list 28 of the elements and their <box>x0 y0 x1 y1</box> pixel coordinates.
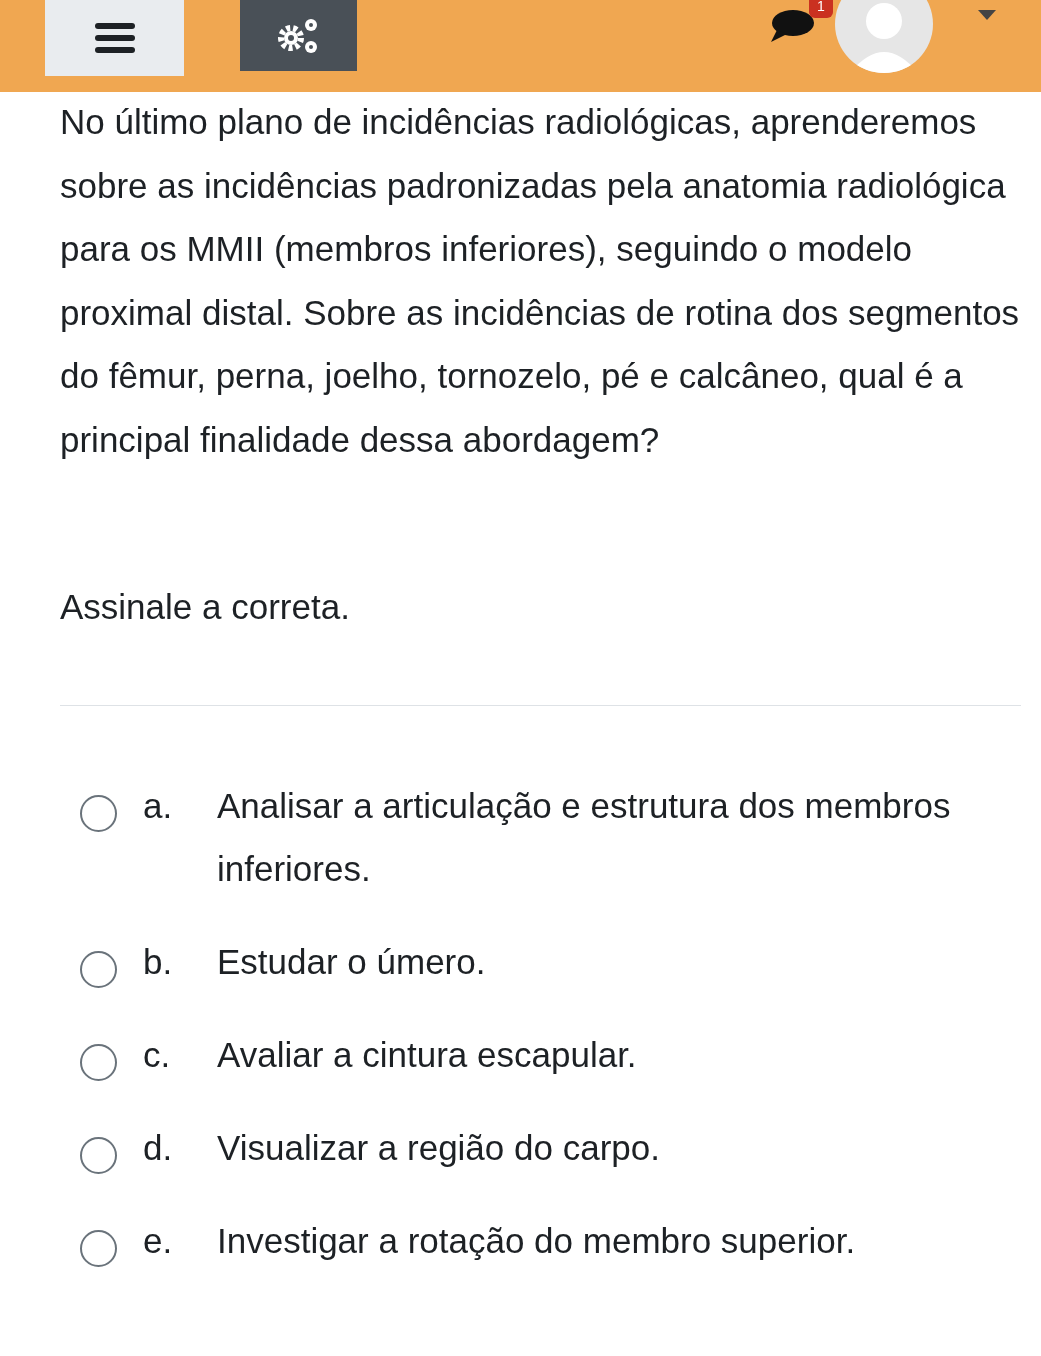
option-text: Avaliar a cintura escapular. <box>217 1034 638 1076</box>
chat-icon[interactable] <box>769 8 815 44</box>
option-text: Estudar o úmero. <box>217 941 487 983</box>
radio-button[interactable] <box>80 795 117 832</box>
option-letter: e. <box>143 1220 174 1262</box>
radio-button[interactable] <box>80 951 117 988</box>
question-text: No último plano de incidências radiológicas, aprenderemos sobre as incidências padronizadas pela anatomia radiológica para os MMII (membros inferiores), seguindo o modelo proximal distal. Sobre as incidências de rotina dos segmentos do fêmur, perna, joelho, tornozelo, pé e calcâneo, qual é a principal finalidade dessa abordagem? <box>60 101 1020 461</box>
option-text: Investigar a rotação do membro superior. <box>217 1220 857 1262</box>
answer-option[interactable]: a. Analisar a articulação e estrutura dos membros inferiores. <box>60 774 1011 900</box>
radio-button[interactable] <box>80 1137 117 1174</box>
caret-icon[interactable] <box>978 10 996 20</box>
answer-option[interactable]: d. Visualizar a região do carpo. <box>60 1116 1011 1179</box>
option-letter: a. <box>143 785 174 827</box>
answer-option[interactable]: e. Investigar a rotação do membro superior. <box>60 1209 1011 1272</box>
answer-option[interactable]: b. Estudar o úmero. <box>60 930 1011 993</box>
instruction-text: Assinale a correta. <box>60 586 351 628</box>
answer-option[interactable]: c. Avaliar a cintura escapular. <box>60 1023 1011 1086</box>
option-text: Analisar a articulação e estrutura dos membros inferiores. <box>217 785 952 890</box>
option-letter: d. <box>143 1127 174 1169</box>
option-letter: c. <box>143 1034 172 1076</box>
menu-button[interactable] <box>45 0 184 76</box>
radio-button[interactable] <box>80 1044 117 1081</box>
settings-button[interactable] <box>240 0 357 71</box>
radio-button[interactable] <box>80 1230 117 1267</box>
menu-icon <box>94 21 135 55</box>
option-text: Visualizar a região do carpo. <box>217 1127 661 1169</box>
option-letter: b. <box>143 941 174 983</box>
notification-badge: 1 <box>809 0 833 18</box>
